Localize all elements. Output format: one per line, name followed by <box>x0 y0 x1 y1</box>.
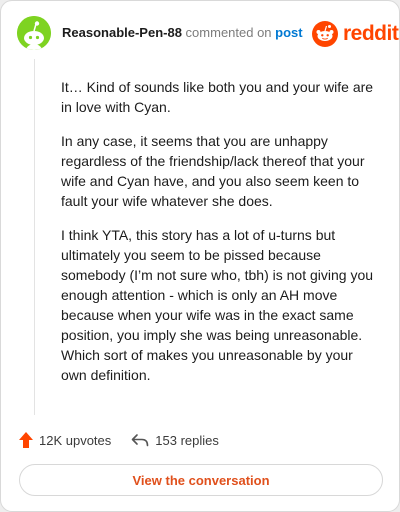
upvotes-stat[interactable]: 12K upvotes <box>19 432 111 448</box>
comment-body: It… Kind of sounds like both you and you… <box>61 77 381 399</box>
post-link[interactable]: post <box>275 25 302 40</box>
upvote-arrow-icon <box>19 432 33 448</box>
replies-count: 153 replies <box>155 432 219 448</box>
reddit-wordmark: reddit <box>343 22 399 45</box>
reddit-logo[interactable]: reddit <box>312 21 399 47</box>
action-text: commented on <box>181 25 276 40</box>
reply-arrow-icon <box>131 434 149 447</box>
avatar[interactable] <box>17 16 51 50</box>
comment-paragraph: It… Kind of sounds like both you and you… <box>61 79 374 115</box>
comment-stats: 12K upvotes 153 replies <box>19 431 219 449</box>
username[interactable]: Reasonable-Pen-88 <box>62 25 182 40</box>
view-conversation-button[interactable]: View the conversation <box>19 464 383 496</box>
reddit-alien-icon <box>312 21 338 47</box>
replies-stat[interactable]: 153 replies <box>131 433 219 448</box>
comment-header: Reasonable-Pen-88 commented on post <box>62 25 303 41</box>
thread-line <box>34 59 35 415</box>
snoo-avatar-icon <box>17 16 51 50</box>
comment-paragraph: I think YTA, this story has a lot of u-t… <box>61 227 374 383</box>
upvotes-count: 12K upvotes <box>39 432 112 448</box>
comment-paragraph: In any case, it seems that you are unhap… <box>61 133 365 209</box>
comment-card: Reasonable-Pen-88 commented on post redd… <box>0 0 400 512</box>
